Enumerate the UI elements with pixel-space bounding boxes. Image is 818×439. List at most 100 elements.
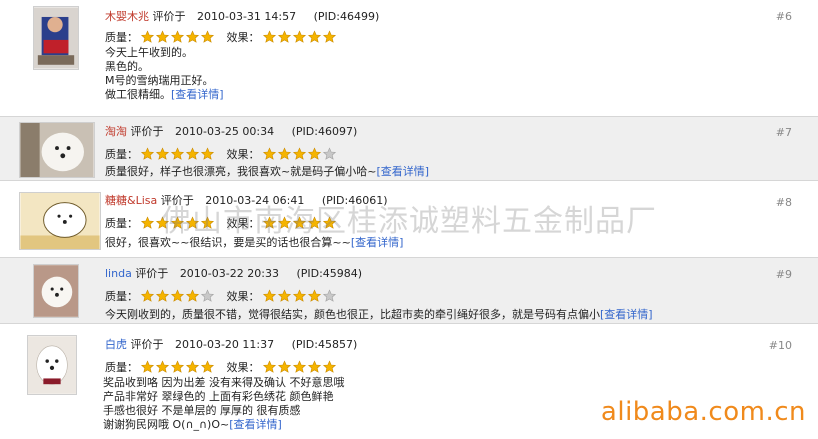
star-filled-icon — [185, 30, 200, 43]
review-pid: (PID:45984) — [296, 267, 363, 280]
star-filled-icon — [277, 216, 291, 229]
star-empty-icon — [200, 289, 215, 302]
avatar[interactable] — [27, 335, 77, 395]
avatar[interactable] — [19, 192, 101, 250]
star-filled-icon — [170, 147, 185, 160]
username[interactable]: 淘淘 — [105, 125, 127, 138]
star-filled-icon — [277, 360, 291, 373]
alibaba-logo: alibaba.com.cn — [600, 397, 806, 427]
review-text-fragment: 质量很好，样子也很漂亮，我很喜欢~就是码子偏小哈~ — [105, 165, 377, 178]
star-filled-icon — [307, 30, 321, 43]
effect-label: 效果： — [226, 148, 260, 161]
star-filled-icon — [185, 147, 200, 160]
review-number: #10 — [768, 339, 792, 352]
review-text-line: 今天上午收到的。 — [105, 46, 193, 59]
quality-stars — [140, 289, 215, 303]
detail-link[interactable]: [查看详情] — [351, 236, 404, 249]
star-filled-icon — [140, 289, 155, 302]
star-filled-icon — [185, 216, 200, 229]
review-header: 木婴木兆 评价于 2010-03-31 14:57 (PID:46499) — [105, 10, 379, 24]
posted-label: 评价于 — [135, 267, 169, 280]
quality-stars — [140, 216, 215, 230]
review-text-fragment: 很好，很喜欢~~很结识，要是买的话也很合算~~ — [105, 236, 351, 249]
star-filled-icon — [292, 216, 306, 229]
avatar[interactable] — [19, 122, 95, 178]
star-filled-icon — [307, 289, 321, 302]
star-filled-icon — [170, 30, 185, 43]
star-filled-icon — [185, 289, 200, 302]
star-filled-icon — [155, 289, 170, 302]
star-filled-icon — [262, 147, 276, 160]
star-filled-icon — [140, 147, 155, 160]
avatar[interactable] — [33, 264, 79, 318]
review-text: 奖品收到咯 因为出差 没有来得及确认 不好意思哦 产品非常好 翠绿色的 上面有彩… — [103, 376, 345, 432]
rating-row: 质量： 效果： — [105, 216, 337, 231]
review-date: 2010-03-31 14:57 — [197, 10, 297, 23]
effect-stars — [262, 147, 337, 161]
review-header: linda 评价于 2010-03-22 20:33 (PID:45984) — [105, 267, 362, 281]
review-item: 淘淘 评价于 2010-03-25 00:34 (PID:46097) #7 质… — [0, 116, 818, 181]
rating-row: 质量： 效果： — [105, 360, 337, 375]
quality-label: 质量： — [105, 148, 138, 161]
rating-row: 质量： 效果： — [105, 289, 337, 304]
star-filled-icon — [307, 216, 321, 229]
star-filled-icon — [292, 30, 306, 43]
review-item: 木婴木兆 评价于 2010-03-31 14:57 (PID:46499) #6… — [0, 0, 818, 112]
review-header: 淘淘 评价于 2010-03-25 00:34 (PID:46097) — [105, 125, 357, 139]
review-date: 2010-03-22 20:33 — [179, 267, 279, 280]
username[interactable]: 木婴木兆 — [105, 10, 149, 23]
username[interactable]: 糖糖&Lisa — [105, 194, 157, 207]
star-filled-icon — [277, 289, 291, 302]
quality-label: 质量： — [105, 217, 138, 230]
star-filled-icon — [140, 216, 155, 229]
review-text-line: 产品非常好 翠绿色的 上面有彩色绣花 颜色鲜艳 — [103, 390, 334, 403]
review-date: 2010-03-24 06:41 — [205, 194, 305, 207]
review-pid: (PID:46061) — [321, 194, 388, 207]
posted-label: 评价于 — [152, 10, 186, 23]
quality-label: 质量： — [105, 290, 138, 303]
review-text-fragment: 谢谢狗民网哦 O(∩_∩)O~ — [103, 418, 230, 431]
review-pid: (PID:46499) — [313, 10, 380, 23]
star-empty-icon — [322, 147, 336, 160]
star-filled-icon — [170, 289, 185, 302]
avatar[interactable] — [33, 6, 79, 70]
star-filled-icon — [140, 360, 155, 373]
review-text-fragment: 做工很精细。 — [105, 88, 171, 101]
star-empty-icon — [322, 289, 336, 302]
detail-link[interactable]: [查看详情] — [229, 418, 282, 431]
detail-link[interactable]: [查看详情] — [600, 308, 653, 321]
star-filled-icon — [322, 216, 336, 229]
star-filled-icon — [277, 30, 291, 43]
review-text-line: 手感也很好 不是单层的 厚厚的 很有质感 — [103, 404, 301, 417]
star-filled-icon — [155, 360, 170, 373]
star-filled-icon — [292, 289, 306, 302]
star-filled-icon — [307, 360, 321, 373]
review-number: #6 — [775, 10, 792, 23]
username[interactable]: linda — [105, 267, 132, 280]
review-text-fragment: 今天刚收到的，质量很不错，觉得很结实，颜色也很正，比超市卖的牵引绳好很多，就是号… — [105, 308, 600, 321]
review-header: 糖糖&Lisa 评价于 2010-03-24 06:41 (PID:46061) — [105, 194, 388, 208]
effect-label: 效果： — [226, 217, 260, 230]
review-header: 白虎 评价于 2010-03-20 11:37 (PID:45857) — [105, 338, 357, 352]
effect-label: 效果： — [226, 361, 260, 374]
username[interactable]: 白虎 — [105, 338, 127, 351]
detail-link[interactable]: [查看详情] — [376, 165, 429, 178]
review-date: 2010-03-25 00:34 — [175, 125, 275, 138]
quality-stars — [140, 147, 215, 161]
star-filled-icon — [307, 147, 321, 160]
effect-label: 效果： — [226, 290, 260, 303]
effect-stars — [262, 360, 337, 374]
effect-stars — [262, 289, 337, 303]
star-filled-icon — [292, 360, 306, 373]
review-text-line: 做工很精细。[查看详情] — [105, 88, 224, 102]
rating-row: 质量： 效果： — [105, 147, 337, 162]
effect-stars — [262, 30, 337, 44]
review-item: 糖糖&Lisa 评价于 2010-03-24 06:41 (PID:46061)… — [0, 186, 818, 254]
quality-label: 质量： — [105, 31, 138, 44]
detail-link[interactable]: [查看详情] — [171, 88, 224, 101]
review-text: 很好，很喜欢~~很结识，要是买的话也很合算~~[查看详情] — [105, 236, 403, 250]
review-pid: (PID:46097) — [291, 125, 358, 138]
posted-label: 评价于 — [160, 194, 194, 207]
review-number: #9 — [775, 268, 792, 281]
star-filled-icon — [322, 30, 336, 43]
